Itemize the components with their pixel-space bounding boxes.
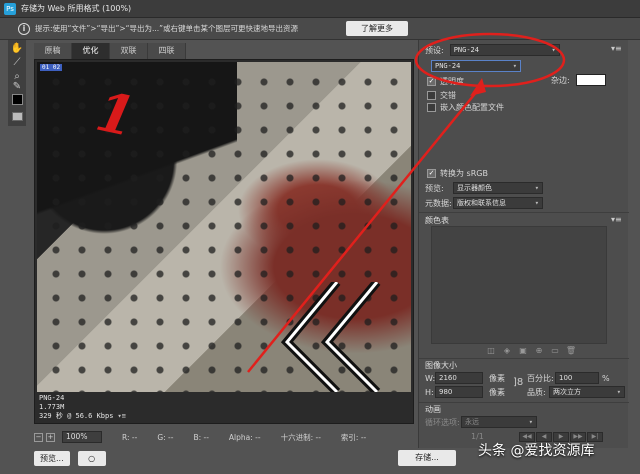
width-label: W: <box>425 373 436 383</box>
stat-hex: 十六进制: -- <box>280 432 321 442</box>
info-bar: i 提示:使用“文件”>“导出”>“导出为...”或右键单击某个图层可更快速地导… <box>0 18 640 40</box>
preset-value: PNG-24 <box>453 46 479 54</box>
learn-more-button[interactable]: 了解更多 <box>346 21 408 36</box>
percent-unit: % <box>602 373 610 383</box>
color-table[interactable] <box>431 226 607 344</box>
zoom-select[interactable]: 100% <box>62 431 102 443</box>
preview-filesize: 1.773M <box>39 403 65 411</box>
zoom-out-icon[interactable]: − <box>34 432 43 442</box>
delete-color-icon[interactable]: 🗑 <box>565 346 577 356</box>
browser-select-icon[interactable]: ○ <box>77 450 106 466</box>
height-unit: 像素 <box>489 387 505 397</box>
color-table-menu-icon[interactable]: ▾≡ <box>611 215 622 224</box>
lock-color-icon[interactable]: ▣ <box>517 346 529 356</box>
quality-value: 两次立方 <box>553 388 581 396</box>
matte-color-select[interactable] <box>575 74 606 86</box>
preview-mode-select[interactable]: 显示器颜色 ▾ <box>453 182 543 194</box>
stat-r: R: -- <box>122 432 138 442</box>
height-label: H: <box>425 387 434 397</box>
stat-g: G: -- <box>157 432 174 442</box>
slice-select-tool-icon[interactable]: ⟋ <box>10 56 24 70</box>
stat-alpha: Alpha: -- <box>228 432 261 442</box>
preview-menu-icon[interactable]: ▾≡ <box>117 412 125 420</box>
loop-select[interactable]: 永远 ▾ <box>461 416 537 428</box>
preset-label: 预设: <box>425 45 444 55</box>
window-title: 存储为 Web 所用格式 (100%) <box>21 4 132 13</box>
matte-label: 杂边: <box>551 75 570 85</box>
transparency-checkbox[interactable]: ✓ <box>427 77 436 86</box>
height-input[interactable]: 980 <box>435 386 483 398</box>
zoom-in-icon[interactable]: + <box>46 432 55 442</box>
tab-optimized[interactable]: 优化 <box>72 43 110 59</box>
preview-format: PNG-24 <box>39 394 65 402</box>
preview-pane[interactable]: 01 02 1 PNG-24 1.773M 329 秒 @ 56.6 Kbps ▾… <box>34 59 414 424</box>
view-tabs: 原稿 优化 双联 四联 <box>34 43 186 59</box>
slice-tag: 01 02 <box>40 64 63 71</box>
preview-info: PNG-24 1.773M 329 秒 @ 56.6 Kbps ▾≡ <box>39 394 126 421</box>
percent-input[interactable]: 100 <box>555 372 599 384</box>
footer-left: 预览... ○ <box>34 450 106 466</box>
quality-select[interactable]: 两次立方 ▾ <box>549 386 625 398</box>
preview-download-time: 329 秒 @ 56.6 Kbps <box>39 412 114 420</box>
eyedropper-tool-icon[interactable]: ✎ <box>10 80 24 94</box>
image-size-title: 图像大小 <box>425 361 457 370</box>
info-tip-text: 提示:使用“文件”>“导出”>“导出为...”或右键单击某个图层可更快速地导出资… <box>35 24 299 33</box>
format-select[interactable]: PNG-24 ▾ <box>431 60 521 72</box>
settings-panel: 预设: PNG-24 ▾ ▾≡ PNG-24 ▾ ✓ 透明度 杂边: 交错 嵌入颜色… <box>418 40 629 448</box>
percent-label: 百分比: <box>527 373 554 383</box>
toolbox: ✋ ⟋ ⌕ ✎ <box>8 40 26 126</box>
photoshop-icon: Ps <box>4 2 16 15</box>
loop-value: 永远 <box>465 418 479 426</box>
info-icon: i <box>18 22 30 35</box>
web-snap-icon[interactable]: ◈ <box>501 346 513 356</box>
tab-2-up[interactable]: 双联 <box>110 43 148 59</box>
add-color-icon[interactable]: ⊕ <box>533 346 545 356</box>
status-bar: − + 100% R: -- G: -- B: -- Alpha: -- 十六进… <box>34 430 414 444</box>
link-dimensions-icon[interactable]: ]8 <box>513 377 523 388</box>
watermark: 头条 @爱找资源库 <box>478 443 595 459</box>
preset-select[interactable]: PNG-24 ▾ <box>449 44 560 56</box>
tab-4-up[interactable]: 四联 <box>148 43 186 59</box>
color-table-title: 颜色表 <box>425 216 449 225</box>
metadata-value: 版权和联系信息 <box>457 199 506 207</box>
stat-index: 索引: -- <box>340 432 367 442</box>
format-value: PNG-24 <box>435 62 461 70</box>
loop-label: 循环选项: <box>425 417 460 427</box>
toggle-slices-icon[interactable] <box>12 112 23 121</box>
hand-tool-icon[interactable]: ✋ <box>10 42 24 56</box>
quality-label: 品质: <box>527 387 546 397</box>
chevron-stripes <box>280 282 381 392</box>
convert-srgb-checkbox[interactable]: ✓ <box>427 169 436 178</box>
tab-original[interactable]: 原稿 <box>34 43 72 59</box>
color-table-tools: ◫ ◈ ▣ ⊕ ▭ 🗑 <box>485 346 581 356</box>
preview-mode-value: 显示器颜色 <box>457 184 492 192</box>
map-color-icon[interactable]: ◫ <box>485 346 497 356</box>
preview-mode-label: 预览: <box>425 183 444 193</box>
eyedropper-color-swatch[interactable] <box>12 94 23 105</box>
panel-menu-icon[interactable]: ▾≡ <box>611 44 622 53</box>
interlaced-label: 交错 <box>440 91 456 100</box>
animation-title: 动画 <box>425 405 441 414</box>
embed-profile-checkbox[interactable] <box>427 103 436 112</box>
preview-image[interactable]: 01 02 1 <box>37 62 411 392</box>
interlaced-checkbox[interactable] <box>427 91 436 100</box>
save-button[interactable]: 存储... <box>398 450 456 466</box>
metadata-label: 元数据: <box>425 198 452 208</box>
transparency-label: 透明度 <box>440 77 464 86</box>
metadata-select[interactable]: 版权和联系信息 ▾ <box>453 197 543 209</box>
new-color-icon[interactable]: ▭ <box>549 346 561 356</box>
width-input[interactable]: 2160 <box>435 372 483 384</box>
preview-button[interactable]: 预览... <box>34 450 70 466</box>
convert-srgb-label: 转换为 sRGB <box>440 169 488 178</box>
width-unit: 像素 <box>489 373 505 383</box>
title-bar: Ps 存储为 Web 所用格式 (100%) <box>0 0 640 18</box>
embed-profile-label: 嵌入颜色配置文件 <box>440 103 504 112</box>
stat-b: B: -- <box>193 432 209 442</box>
